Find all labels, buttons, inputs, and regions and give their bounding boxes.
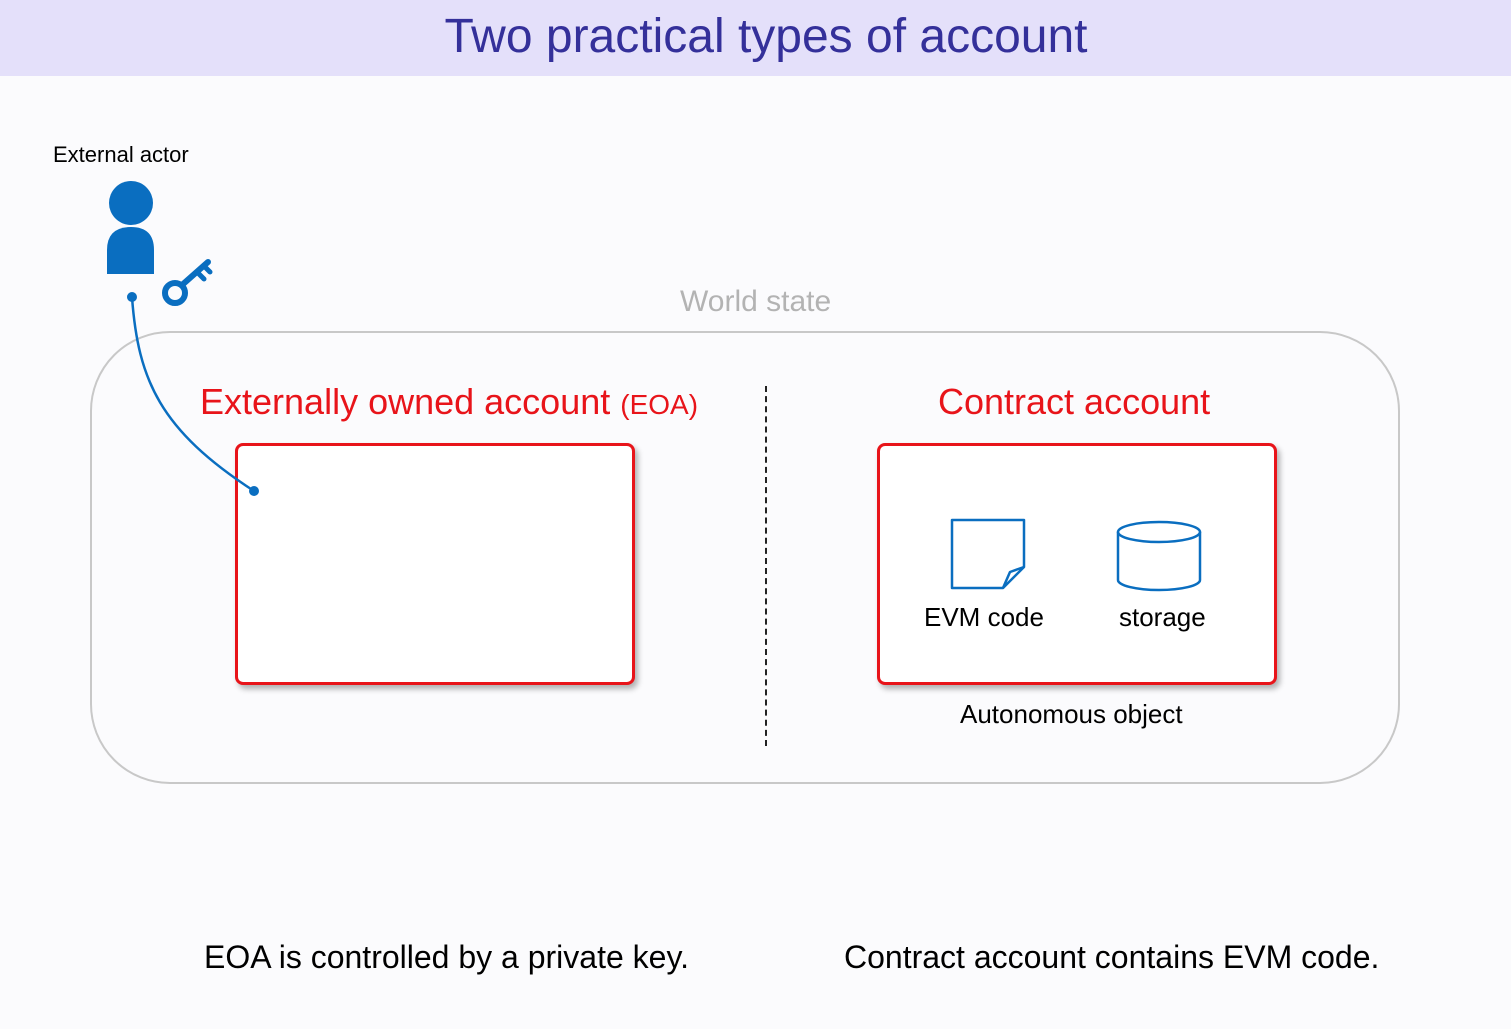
person-icon (107, 181, 154, 274)
key-icon (162, 259, 213, 306)
document-icon (950, 518, 1026, 590)
control-connector (127, 292, 259, 496)
database-icon (1116, 520, 1202, 592)
diagram-overlay (107, 181, 1202, 592)
